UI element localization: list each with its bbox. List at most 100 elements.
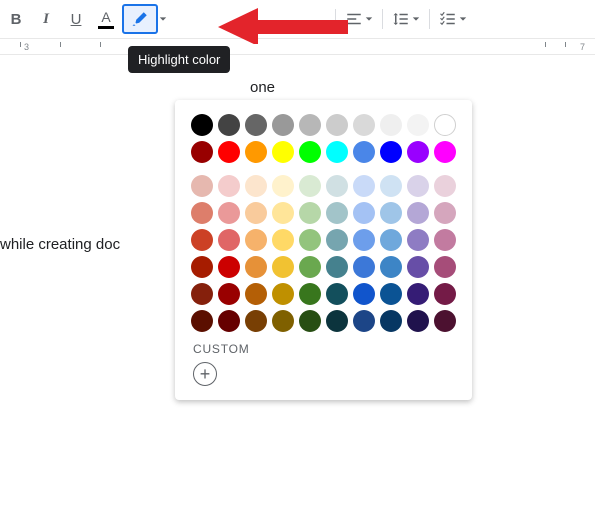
color-swatch[interactable]	[299, 202, 321, 224]
color-swatch[interactable]	[353, 229, 375, 251]
color-swatch[interactable]	[353, 310, 375, 332]
color-swatch[interactable]	[245, 229, 267, 251]
color-swatch[interactable]	[434, 175, 456, 197]
color-swatch[interactable]	[245, 256, 267, 278]
color-swatch[interactable]	[218, 256, 240, 278]
color-swatch[interactable]	[218, 114, 240, 136]
tooltip: Highlight color	[128, 46, 230, 73]
text-color-button[interactable]: A	[92, 6, 120, 32]
color-swatch[interactable]	[191, 175, 213, 197]
color-swatch[interactable]	[272, 141, 294, 163]
color-swatch[interactable]	[272, 310, 294, 332]
color-swatch[interactable]	[353, 114, 375, 136]
color-swatch[interactable]	[407, 175, 429, 197]
color-swatch[interactable]	[407, 229, 429, 251]
italic-button[interactable]: I	[32, 6, 60, 32]
color-swatch[interactable]	[434, 283, 456, 305]
color-swatch[interactable]	[326, 310, 348, 332]
color-swatch[interactable]	[326, 256, 348, 278]
color-swatch[interactable]	[272, 202, 294, 224]
color-swatch[interactable]	[191, 310, 213, 332]
color-swatch[interactable]	[380, 310, 402, 332]
add-custom-color-button[interactable]: +	[193, 362, 217, 386]
color-swatch[interactable]	[272, 256, 294, 278]
color-swatch[interactable]	[191, 283, 213, 305]
color-swatch[interactable]	[326, 114, 348, 136]
color-swatch[interactable]	[299, 256, 321, 278]
color-swatch[interactable]	[326, 283, 348, 305]
color-swatch[interactable]	[299, 175, 321, 197]
text-color-bar	[98, 26, 114, 29]
color-swatch[interactable]	[299, 229, 321, 251]
color-swatch[interactable]	[245, 175, 267, 197]
color-swatch[interactable]	[353, 141, 375, 163]
line-spacing-icon	[392, 10, 410, 28]
color-swatch[interactable]	[272, 175, 294, 197]
color-swatch[interactable]	[218, 141, 240, 163]
color-swatch[interactable]	[191, 202, 213, 224]
color-swatch[interactable]	[434, 141, 456, 163]
color-swatch[interactable]	[407, 283, 429, 305]
color-swatch[interactable]	[353, 175, 375, 197]
color-swatch[interactable]	[299, 141, 321, 163]
color-swatch[interactable]	[191, 229, 213, 251]
color-swatch[interactable]	[218, 175, 240, 197]
color-swatch[interactable]	[353, 283, 375, 305]
color-swatch[interactable]	[272, 229, 294, 251]
color-swatch[interactable]	[380, 202, 402, 224]
ruler-mark: 3	[24, 42, 29, 52]
color-swatch[interactable]	[326, 229, 348, 251]
color-swatch[interactable]	[380, 114, 402, 136]
color-swatch[interactable]	[380, 175, 402, 197]
chevron-down-icon	[412, 15, 420, 23]
color-swatch-grid	[191, 114, 456, 332]
color-swatch[interactable]	[326, 141, 348, 163]
color-swatch[interactable]	[245, 283, 267, 305]
color-swatch[interactable]	[272, 283, 294, 305]
color-swatch[interactable]	[191, 114, 213, 136]
color-swatch[interactable]	[434, 256, 456, 278]
color-swatch[interactable]	[272, 114, 294, 136]
underline-button[interactable]: U	[62, 6, 90, 32]
highlight-color-dropdown: CUSTOM +	[175, 100, 472, 400]
color-swatch[interactable]	[245, 141, 267, 163]
color-swatch[interactable]	[218, 229, 240, 251]
highlight-color-button[interactable]	[122, 4, 158, 34]
toolbar-separator	[429, 9, 430, 29]
color-swatch[interactable]	[245, 310, 267, 332]
color-swatch[interactable]	[299, 283, 321, 305]
color-swatch[interactable]	[191, 141, 213, 163]
color-swatch[interactable]	[434, 310, 456, 332]
color-swatch[interactable]	[245, 114, 267, 136]
custom-section-label: CUSTOM	[193, 342, 456, 356]
color-swatch[interactable]	[380, 256, 402, 278]
checklist-button[interactable]	[435, 6, 471, 32]
color-swatch[interactable]	[326, 175, 348, 197]
color-swatch[interactable]	[380, 141, 402, 163]
ruler-mark: 7	[580, 42, 585, 52]
color-swatch[interactable]	[380, 229, 402, 251]
dropdown-arrow-icon	[158, 7, 168, 31]
color-swatch[interactable]	[353, 256, 375, 278]
color-swatch[interactable]	[353, 202, 375, 224]
color-swatch[interactable]	[380, 283, 402, 305]
color-swatch[interactable]	[434, 114, 456, 136]
bold-button[interactable]: B	[2, 6, 30, 32]
color-swatch[interactable]	[407, 114, 429, 136]
color-swatch[interactable]	[434, 202, 456, 224]
color-swatch[interactable]	[407, 202, 429, 224]
color-swatch[interactable]	[434, 229, 456, 251]
color-swatch[interactable]	[326, 202, 348, 224]
color-swatch[interactable]	[218, 310, 240, 332]
chevron-down-icon	[365, 15, 373, 23]
color-swatch[interactable]	[299, 114, 321, 136]
color-swatch[interactable]	[407, 310, 429, 332]
color-swatch[interactable]	[299, 310, 321, 332]
color-swatch[interactable]	[218, 202, 240, 224]
color-swatch[interactable]	[407, 141, 429, 163]
line-spacing-button[interactable]	[388, 6, 424, 32]
color-swatch[interactable]	[407, 256, 429, 278]
color-swatch[interactable]	[218, 283, 240, 305]
color-swatch[interactable]	[191, 256, 213, 278]
color-swatch[interactable]	[245, 202, 267, 224]
